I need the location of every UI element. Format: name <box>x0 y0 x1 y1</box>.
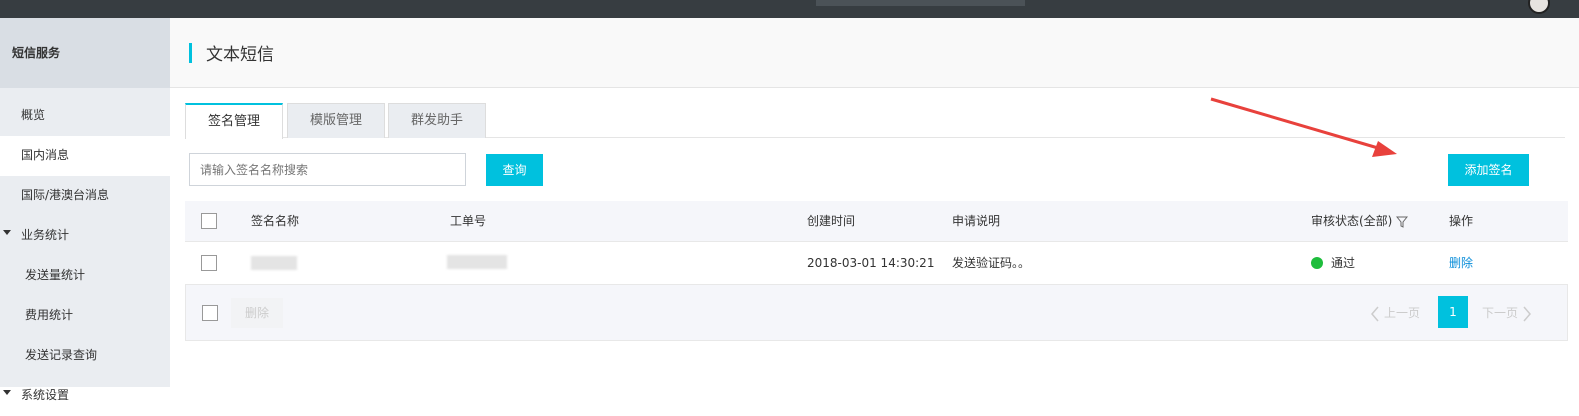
page-1-button[interactable]: 1 <box>1438 296 1468 328</box>
table-row: 2018-03-01 14:30:21 发送验证码。。 通过 删除 <box>185 242 1568 285</box>
title-accent-bar <box>189 43 192 63</box>
next-page-button[interactable]: 下一页 <box>1482 299 1532 327</box>
sidebar-title: 短信服务 <box>0 18 170 88</box>
chevron-right-icon <box>1523 306 1532 321</box>
tab-signature-management[interactable]: 签名管理 <box>185 103 283 139</box>
sidebar-item-send-stats[interactable]: 发送量统计 <box>0 256 170 296</box>
status-header-label: 审核状态(全部) <box>1311 214 1393 228</box>
sidebar-item-domestic[interactable]: 国内消息 <box>0 136 170 176</box>
row-checkbox[interactable] <box>201 255 217 271</box>
sidebar-item-international[interactable]: 国际/港澳台消息 <box>0 176 170 216</box>
column-header-name: 签名名称 <box>251 214 300 228</box>
signature-table: 签名名称 工单号 创建时间 申请说明 审核状态(全部) 操作 2018-03-0… <box>185 201 1568 341</box>
status-ok-icon <box>1311 256 1323 269</box>
column-header-description: 申请说明 <box>952 214 1001 228</box>
tab-template-management[interactable]: 模版管理 <box>287 103 385 138</box>
sidebar-group-settings[interactable]: 系统设置 <box>0 376 170 416</box>
table-footer: 删除 上一页 1 下一页 <box>185 285 1568 341</box>
search-button[interactable]: 查询 <box>486 154 543 186</box>
status-cell: 通过 <box>1311 242 1355 285</box>
sidebar-item-cost-stats[interactable]: 费用统计 <box>0 296 170 336</box>
page-header: 文本短信 <box>170 18 1579 88</box>
column-header-action: 操作 <box>1449 214 1474 228</box>
prev-page-button[interactable]: 上一页 <box>1370 299 1420 327</box>
avatar[interactable] <box>1528 0 1550 14</box>
page-title: 文本短信 <box>206 45 274 65</box>
created-time: 2018-03-01 14:30:21 <box>807 256 935 270</box>
footer-select-checkbox[interactable] <box>202 305 218 321</box>
top-bar <box>0 0 1579 18</box>
sidebar-item-label: 业务统计 <box>21 228 70 242</box>
redacted-signature-name <box>251 256 297 270</box>
tab-bar: 签名管理 模版管理 群发助手 <box>185 103 1565 139</box>
next-page-label: 下一页 <box>1482 306 1519 320</box>
description: 发送验证码。。 <box>952 256 1031 270</box>
caret-down-icon <box>3 230 11 235</box>
redacted-ticket-number <box>447 255 507 269</box>
sidebar-item-label: 概览 <box>21 108 46 122</box>
batch-delete-button[interactable]: 删除 <box>231 298 283 328</box>
tab-bulk-send-assistant[interactable]: 群发助手 <box>388 103 486 138</box>
sidebar-item-label: 国际/港澳台消息 <box>21 188 110 202</box>
select-all-checkbox[interactable] <box>201 213 217 229</box>
column-header-created: 创建时间 <box>807 214 856 228</box>
filter-icon[interactable] <box>1396 216 1409 228</box>
column-header-status[interactable]: 审核状态(全部) <box>1311 201 1409 242</box>
sidebar-item-label: 系统设置 <box>21 388 70 402</box>
sidebar-item-label: 国内消息 <box>21 148 70 162</box>
chevron-left-icon <box>1371 306 1379 321</box>
top-search-bar[interactable] <box>816 0 1025 6</box>
prev-page-label: 上一页 <box>1384 306 1421 320</box>
sidebar-item-overview[interactable]: 概览 <box>0 96 170 136</box>
sidebar-item-label: 发送记录查询 <box>25 348 98 362</box>
search-input[interactable] <box>189 153 466 186</box>
column-header-ticket: 工单号 <box>450 214 487 228</box>
delete-link[interactable]: 删除 <box>1449 242 1473 285</box>
sidebar-group-stats[interactable]: 业务统计 <box>0 216 170 256</box>
sidebar: 短信服务 概览 国内消息 国际/港澳台消息 业务统计 发送量统计 费用统计 发送… <box>0 18 170 402</box>
caret-down-icon <box>3 390 11 395</box>
main-content: 文本短信 签名管理 模版管理 群发助手 查询 添加签名 签名名称 工单号 创建时… <box>170 18 1579 387</box>
sidebar-item-send-records[interactable]: 发送记录查询 <box>0 336 170 376</box>
table-header: 签名名称 工单号 创建时间 申请说明 审核状态(全部) 操作 <box>185 201 1568 242</box>
status-badge: 通过 <box>1331 256 1356 270</box>
sidebar-item-label: 费用统计 <box>25 308 74 322</box>
sidebar-item-label: 发送量统计 <box>25 268 86 282</box>
add-signature-button[interactable]: 添加签名 <box>1448 154 1529 186</box>
